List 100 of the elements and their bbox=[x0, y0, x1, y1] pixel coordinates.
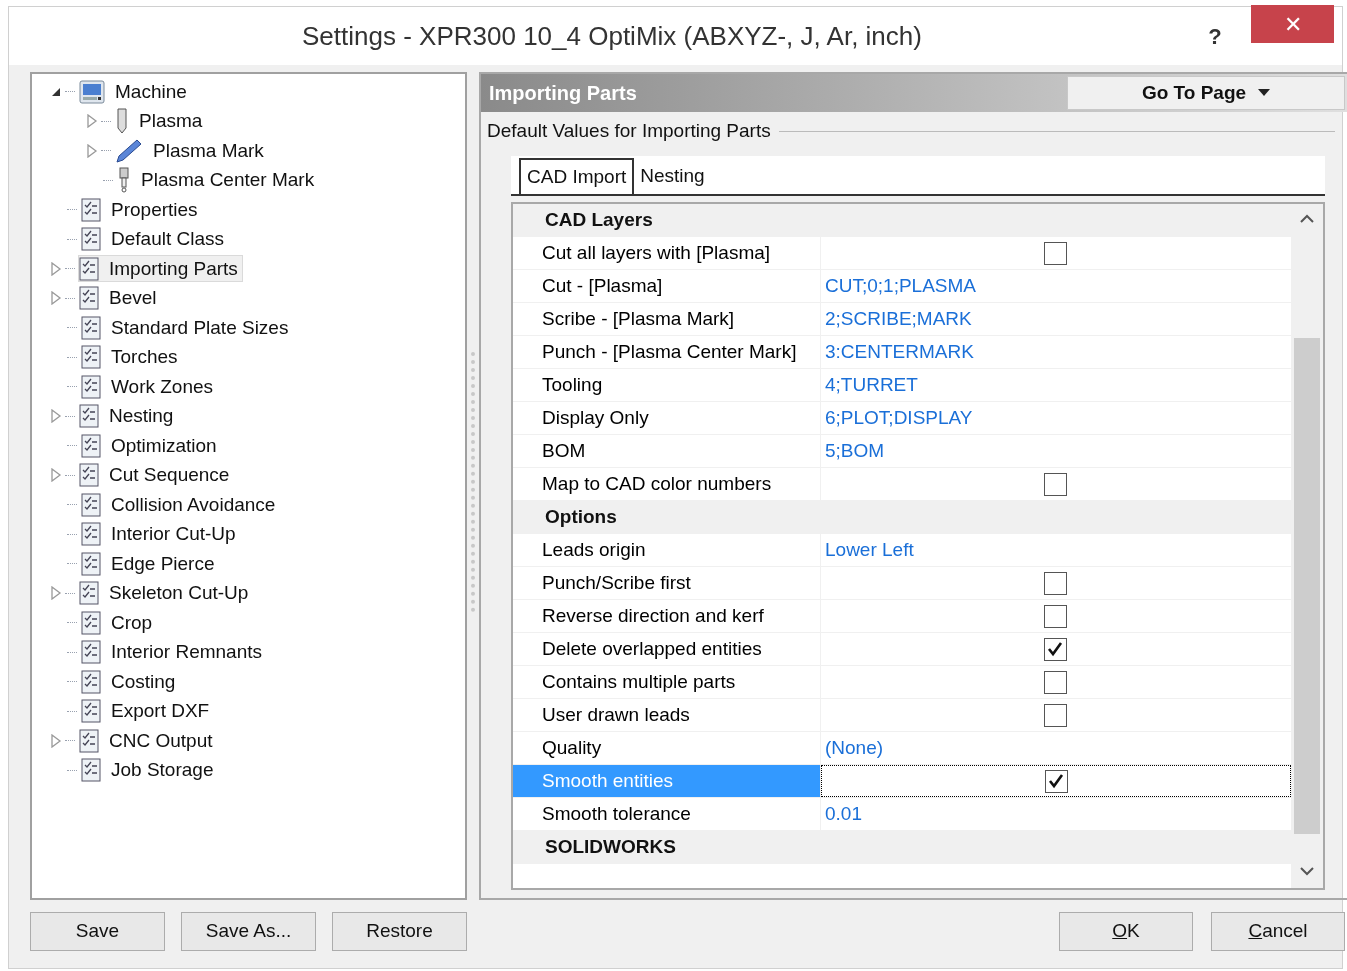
center-punch-icon bbox=[117, 167, 131, 194]
scrollbar[interactable] bbox=[1291, 204, 1323, 888]
property-value-cell[interactable]: 4;TURRET bbox=[821, 369, 1291, 401]
dialog-button[interactable]: Save bbox=[30, 912, 165, 951]
tree-item-label: Export DXF bbox=[111, 699, 210, 723]
tree-item-label: Bevel bbox=[109, 286, 157, 310]
monitor-icon bbox=[79, 79, 105, 104]
property-value-cell[interactable]: (None) bbox=[821, 732, 1291, 764]
checklist-icon bbox=[81, 551, 101, 576]
checklist-icon bbox=[81, 345, 101, 370]
tree-item[interactable]: Interior Cut-Up bbox=[80, 520, 241, 548]
expand-arrow-icon[interactable] bbox=[50, 291, 62, 306]
checklist-icon bbox=[79, 256, 99, 281]
tree-item-label: Skeleton Cut-Up bbox=[109, 581, 249, 605]
tree-item[interactable]: Job Storage bbox=[80, 756, 219, 784]
tree-item[interactable]: Plasma bbox=[114, 107, 208, 135]
property-value-cell[interactable]: 2;SCRIBE;MARK bbox=[821, 303, 1291, 335]
checklist-icon bbox=[81, 640, 101, 665]
checkbox[interactable] bbox=[1043, 604, 1067, 628]
expand-arrow-icon[interactable] bbox=[50, 409, 62, 424]
tree-item[interactable]: Default Class bbox=[80, 225, 229, 253]
property-value-cell[interactable]: 5;BOM bbox=[821, 435, 1291, 467]
help-button[interactable]: ? bbox=[1195, 19, 1235, 53]
tree-item[interactable]: Crop bbox=[80, 609, 158, 637]
tree-item-label: Interior Remnants bbox=[111, 640, 262, 664]
checklist-icon bbox=[81, 669, 101, 694]
expand-arrow-icon[interactable] bbox=[50, 468, 62, 483]
tree-item-label: Collision Avoidance bbox=[111, 492, 276, 517]
checkbox[interactable] bbox=[1043, 670, 1067, 694]
tree-item-label: Job Storage bbox=[111, 758, 214, 782]
tab[interactable]: CAD Import bbox=[519, 158, 635, 194]
checklist-icon bbox=[79, 581, 99, 606]
dialog-button[interactable]: Cancel bbox=[1211, 912, 1345, 951]
close-button[interactable]: ✕ bbox=[1251, 5, 1334, 43]
tree-item-label: Work Zones bbox=[111, 374, 214, 399]
checklist-icon bbox=[79, 728, 99, 753]
checklist-icon bbox=[81, 522, 101, 547]
category-label: CAD Layers bbox=[545, 207, 653, 232]
tree-item[interactable]: Cut Sequence bbox=[78, 461, 235, 489]
expand-arrow-icon[interactable] bbox=[50, 261, 62, 276]
expand-arrow-icon[interactable] bbox=[50, 733, 62, 748]
tree-item-label: Interior Cut-Up bbox=[111, 522, 236, 546]
tree-item[interactable]: Standard Plate Sizes bbox=[80, 314, 294, 342]
tree-item[interactable]: Interior Remnants bbox=[80, 638, 267, 666]
tree-item[interactable]: Edge Pierce bbox=[80, 550, 220, 578]
checkbox[interactable] bbox=[1043, 241, 1067, 265]
category-label: SOLIDWORKS bbox=[545, 834, 676, 859]
checkbox[interactable] bbox=[1043, 637, 1067, 661]
tree-item[interactable]: Skeleton Cut-Up bbox=[78, 579, 254, 607]
tree-item[interactable]: Optimization bbox=[80, 432, 222, 460]
checklist-icon bbox=[81, 374, 101, 399]
checkbox[interactable] bbox=[1043, 472, 1067, 496]
checkmark-icon bbox=[1047, 641, 1063, 657]
tree-item[interactable]: Nesting bbox=[78, 402, 179, 430]
tree-item[interactable]: Importing Parts bbox=[78, 255, 243, 283]
expand-arrow-icon[interactable] bbox=[86, 143, 98, 158]
scroll-up-icon[interactable] bbox=[1300, 214, 1314, 224]
dialog-button[interactable]: OK bbox=[1059, 912, 1193, 951]
property-value-cell[interactable]: 6;PLOT;DISPLAY bbox=[821, 402, 1291, 434]
tree-item[interactable]: Bevel bbox=[78, 284, 162, 312]
tree-item[interactable]: Export DXF bbox=[80, 697, 215, 725]
dialog-button[interactable]: Restore bbox=[332, 912, 467, 951]
tree-item-label: Torches bbox=[111, 345, 178, 369]
checklist-icon bbox=[81, 758, 101, 783]
property-value-cell[interactable]: Lower Left bbox=[821, 534, 1291, 566]
expand-arrow-icon[interactable] bbox=[50, 586, 62, 601]
tree-item-label: Properties bbox=[111, 197, 198, 222]
tree-item-label: Optimization bbox=[111, 433, 217, 458]
group-label: Default Values for Importing Parts bbox=[487, 118, 771, 143]
tree-item-label: Plasma Center Mark bbox=[141, 168, 315, 192]
checkbox[interactable] bbox=[1044, 769, 1068, 793]
tree-item[interactable]: Plasma Mark bbox=[114, 137, 269, 165]
checklist-icon bbox=[81, 197, 101, 222]
dialog-button[interactable]: Save As... bbox=[181, 912, 316, 951]
tree-item[interactable]: Properties bbox=[80, 196, 203, 224]
scrollbar-thumb[interactable] bbox=[1294, 338, 1320, 834]
checkbox[interactable] bbox=[1043, 571, 1067, 595]
tree-item[interactable]: Machine bbox=[78, 78, 192, 106]
tree-item[interactable]: Costing bbox=[80, 668, 181, 696]
tree-item[interactable]: Collision Avoidance bbox=[80, 491, 281, 519]
property-value-cell[interactable] bbox=[821, 765, 1291, 797]
tree-item-label: CNC Output bbox=[109, 728, 213, 753]
property-value-cell[interactable]: 0.01 bbox=[821, 798, 1291, 830]
expand-arrow-icon[interactable] bbox=[86, 114, 98, 129]
tree-item[interactable]: Torches bbox=[80, 343, 183, 371]
scroll-down-icon[interactable] bbox=[1300, 866, 1314, 876]
tree-item[interactable]: Plasma Center Mark bbox=[116, 166, 320, 194]
dropdown-caret-icon bbox=[1258, 89, 1271, 97]
tree-item-label: Crop bbox=[111, 610, 153, 635]
property-value-cell[interactable]: CUT;0;1;PLASMA bbox=[821, 270, 1291, 302]
tree-item-label: Plasma Mark bbox=[153, 138, 264, 163]
checkbox[interactable] bbox=[1043, 703, 1067, 727]
go-to-page-button[interactable]: Go To Page bbox=[1067, 76, 1345, 110]
checklist-icon bbox=[79, 286, 99, 311]
tree-item[interactable]: CNC Output bbox=[78, 727, 218, 755]
splitter-handle[interactable] bbox=[471, 352, 475, 612]
checklist-icon bbox=[81, 315, 101, 340]
tree-item-label: Plasma bbox=[139, 109, 203, 133]
tree-item[interactable]: Work Zones bbox=[80, 373, 219, 401]
property-value-cell[interactable]: 3:CENTERMARK bbox=[821, 336, 1291, 368]
